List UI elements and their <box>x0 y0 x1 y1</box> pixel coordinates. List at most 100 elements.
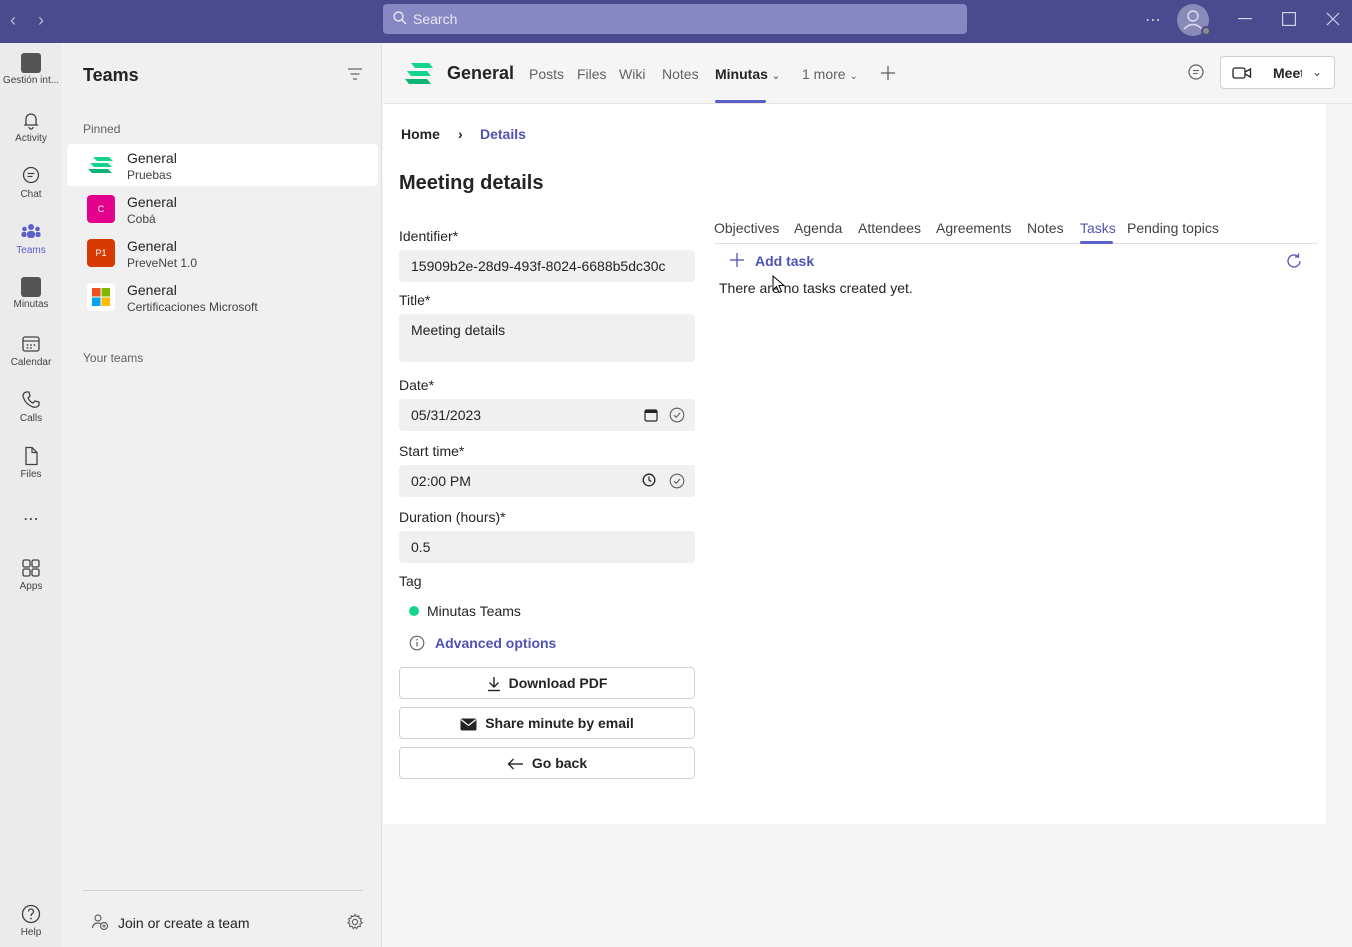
check-circle-icon <box>669 407 685 423</box>
mouse-pointer-icon <box>772 275 785 294</box>
tab-posts[interactable]: Posts <box>529 66 564 82</box>
avatar[interactable] <box>1177 4 1211 36</box>
chat-icon <box>22 166 40 184</box>
team-logo-icon: C <box>87 195 115 223</box>
rail-item-calls[interactable]: Calls <box>0 389 62 424</box>
date-field[interactable]: 05/31/2023 <box>399 399 695 431</box>
channel-header: General Posts Files Wiki Notes Minutas ⌄… <box>383 43 1352 104</box>
date-label: Date* <box>399 377 435 393</box>
close-icon[interactable] <box>1326 12 1340 26</box>
calendar-picker-icon[interactable] <box>644 408 658 422</box>
search-placeholder: Search <box>413 11 458 27</box>
more-apps-icon[interactable]: ⋯ <box>0 509 62 529</box>
duration-label: Duration (hours)* <box>399 509 506 525</box>
team-logo-icon <box>88 157 113 173</box>
team-row-coba[interactable]: C General Cobá <box>67 188 378 230</box>
conversation-icon[interactable] <box>1187 63 1205 81</box>
download-pdf-button[interactable]: Download PDF <box>399 667 695 699</box>
app-square-icon <box>21 53 41 73</box>
gear-icon[interactable] <box>346 913 364 931</box>
mail-icon <box>460 718 477 731</box>
phone-icon <box>22 391 40 408</box>
rail-item-apps[interactable]: Apps <box>0 557 62 592</box>
bell-icon <box>23 113 39 130</box>
tab-files[interactable]: Files <box>577 66 607 82</box>
meet-label: Meet <box>1273 65 1305 81</box>
team-row-pruebas[interactable]: General Pruebas <box>67 144 378 186</box>
teams-panel: Teams Pinned General Pruebas C General C… <box>63 43 382 947</box>
help-icon <box>21 904 41 924</box>
rail-item-calendar[interactable]: Calendar <box>0 333 62 368</box>
rail-item-teams[interactable]: Teams <box>0 221 62 256</box>
rail-item-minutas[interactable]: Minutas <box>0 277 62 310</box>
tab-attendees[interactable]: Attendees <box>858 220 921 236</box>
tab-wiki[interactable]: Wiki <box>619 66 645 82</box>
more-options-icon[interactable]: ⋯ <box>1145 10 1161 30</box>
add-task-label: Add task <box>755 253 815 269</box>
download-icon <box>487 677 500 692</box>
clock-icon[interactable] <box>642 473 656 487</box>
title-label: Title* <box>399 292 431 308</box>
refresh-icon[interactable] <box>1285 252 1303 270</box>
chevron-right-icon: › <box>458 126 463 142</box>
filter-icon[interactable] <box>347 67 363 81</box>
tab-minutas[interactable]: Minutas ⌄ <box>715 66 780 82</box>
tab-objectives[interactable]: Objectives <box>714 220 779 236</box>
start-time-label: Start time* <box>399 443 465 459</box>
back-arrow-icon[interactable]: ‹ <box>10 10 16 31</box>
microsoft-logo-icon <box>87 283 115 311</box>
detail-tabs: Objectives Agenda Attendees Agreements N… <box>714 220 1318 244</box>
duration-field[interactable]: 0.5 <box>399 531 695 563</box>
start-time-field[interactable]: 02:00 PM <box>399 465 695 497</box>
tab-notes-detail[interactable]: Notes <box>1027 220 1064 236</box>
search-icon <box>393 11 407 25</box>
add-people-icon <box>91 914 109 931</box>
rail-item-activity[interactable]: Activity <box>0 109 62 144</box>
divider <box>83 890 363 891</box>
apps-icon <box>22 559 40 577</box>
chevron-down-icon: ⌄ <box>849 71 858 82</box>
tag-value[interactable]: Minutas Teams <box>427 603 521 619</box>
check-circle-icon <box>669 473 685 489</box>
title-field[interactable]: Meeting details <box>399 314 695 362</box>
page-title: Meeting details <box>399 172 544 194</box>
tab-notes[interactable]: Notes <box>662 66 699 82</box>
rail-item-gestion[interactable]: Gestión int... <box>0 53 62 86</box>
tag-label: Tag <box>399 573 422 589</box>
active-tab-indicator <box>1080 241 1113 244</box>
rail-item-chat[interactable]: Chat <box>0 165 62 200</box>
forward-arrow-icon[interactable]: › <box>38 10 44 31</box>
presence-status-icon <box>1201 26 1211 36</box>
advanced-options-link[interactable]: Advanced options <box>435 635 556 651</box>
minimize-icon[interactable] <box>1238 18 1252 20</box>
breadcrumb-home[interactable]: Home <box>401 126 440 142</box>
rail-item-help[interactable]: Help <box>0 903 62 938</box>
main-content: Home › Details Meeting details Identifie… <box>383 104 1326 824</box>
tab-more[interactable]: 1 more ⌄ <box>802 66 858 82</box>
team-row-prevenet[interactable]: P1 General PreveNet 1.0 <box>67 232 378 274</box>
app-square-icon <box>21 277 41 297</box>
tab-agreements[interactable]: Agreements <box>936 220 1011 236</box>
share-email-button[interactable]: Share minute by email <box>399 707 695 739</box>
search-input[interactable]: Search <box>383 4 967 34</box>
file-icon <box>25 446 38 466</box>
your-teams-section-label: Your teams <box>83 351 144 365</box>
add-tab-icon[interactable] <box>880 65 896 81</box>
tab-tasks[interactable]: Tasks <box>1080 220 1116 236</box>
empty-tasks-message: There are no tasks created yet. <box>719 280 913 296</box>
title-bar: ‹ › Search ⋯ <box>0 0 1352 43</box>
identifier-field[interactable]: 15909b2e-28d9-493f-8024-6688b5dc30c <box>399 250 695 282</box>
channel-logo-icon <box>405 63 433 84</box>
rail-item-files[interactable]: Files <box>0 445 62 480</box>
teams-icon <box>21 224 41 238</box>
join-create-team-label: Join or create a team <box>118 915 250 931</box>
team-row-certificaciones[interactable]: General Certificaciones Microsoft <box>67 276 378 318</box>
channel-name: General <box>447 63 515 83</box>
maximize-icon[interactable] <box>1282 12 1296 26</box>
tab-pending-topics[interactable]: Pending topics <box>1127 220 1219 236</box>
info-icon <box>409 635 425 651</box>
tab-agenda[interactable]: Agenda <box>794 220 842 236</box>
go-back-button[interactable]: Go back <box>399 747 695 779</box>
identifier-label: Identifier* <box>399 228 459 244</box>
meet-dropdown-button[interactable]: ⌄ <box>1302 56 1335 89</box>
